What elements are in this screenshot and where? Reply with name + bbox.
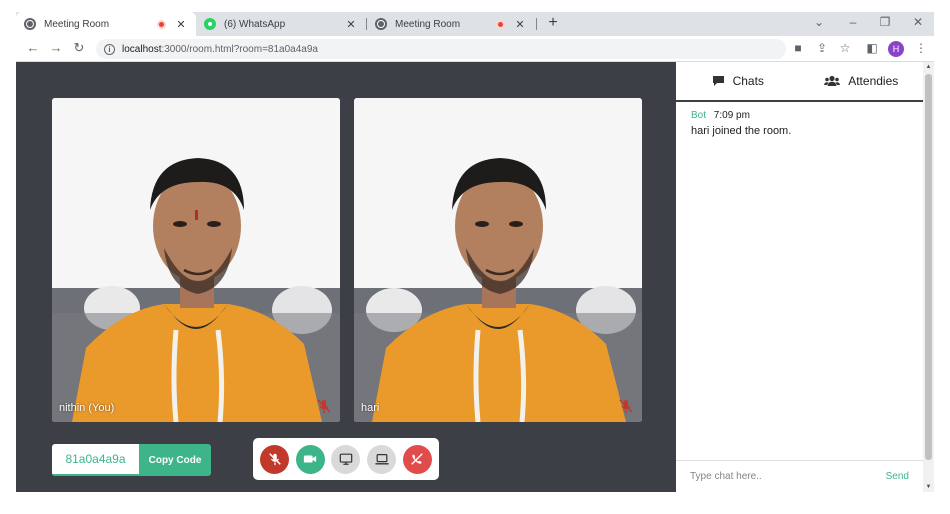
users-icon [824, 75, 841, 87]
url-host: localhost [122, 43, 162, 55]
mic-off-icon [268, 453, 281, 466]
message-time: 7:09 pm [713, 110, 750, 121]
whatsapp-icon [204, 18, 216, 30]
tab-strip: Meeting Room ✕ (6) WhatsApp ✕ Meeting Ro… [16, 12, 934, 36]
participant-name: hari [361, 402, 380, 414]
browser-window: Meeting Room ✕ (6) WhatsApp ✕ Meeting Ro… [16, 12, 934, 492]
tab-attendies[interactable]: Attendies [800, 62, 924, 100]
message-header: Bot 7:09 pm [691, 110, 908, 121]
tab-separator [536, 18, 537, 30]
scroll-thumb[interactable] [925, 74, 932, 460]
camera-in-use-icon[interactable]: ■ [790, 41, 806, 55]
close-icon[interactable]: ✕ [344, 18, 358, 31]
whiteboard-button[interactable] [367, 444, 397, 474]
page-scrollbar[interactable]: ▲ ▼ [923, 62, 934, 492]
mute-mic-button[interactable] [260, 444, 290, 474]
tab-title: (6) WhatsApp [224, 18, 286, 30]
toggle-video-button[interactable] [295, 444, 325, 474]
globe-icon [24, 18, 36, 30]
message-text: hari joined the room. [691, 125, 792, 137]
chat-messages: Bot 7:09 pm hari joined the room. [676, 102, 923, 460]
mic-muted-icon [619, 399, 633, 413]
back-button[interactable]: ← [24, 40, 42, 55]
panel-tabs: Chats Attendies [676, 62, 923, 102]
chat-composer: Send [676, 460, 923, 492]
video-stage: nithin (You) hari 81a0a4a9a Copy Code [16, 62, 676, 492]
address-bar[interactable]: i localhost:3000/room.html?room=81a0a4a9… [96, 39, 786, 59]
close-icon[interactable]: ✕ [174, 18, 188, 31]
info-icon[interactable]: i [104, 43, 115, 55]
share-icon[interactable]: ⇪ [814, 41, 830, 55]
laptop-icon [375, 454, 389, 465]
room-code-box: 81a0a4a9a Copy Code [52, 444, 211, 476]
send-button[interactable]: Send [886, 471, 909, 482]
tab-label: Chats [732, 74, 764, 88]
share-screen-button[interactable] [331, 444, 361, 474]
video-tile-remote: hari [354, 98, 642, 422]
browser-toolbar: ← → ↻ i localhost:3000/room.html?room=81… [16, 36, 934, 62]
restore-button[interactable]: ❐ [876, 15, 894, 29]
minimize-button[interactable]: – [844, 15, 862, 29]
monitor-icon [339, 453, 353, 465]
menu-icon[interactable]: ⋮ [913, 41, 929, 55]
url-path: :3000/room.html?room=81a0a4a9a [161, 43, 318, 55]
recording-icon [496, 19, 505, 29]
leave-call-button[interactable] [402, 444, 432, 474]
video-camera-icon [304, 455, 317, 463]
star-icon[interactable]: ☆ [837, 41, 853, 55]
tab-title: Meeting Room [395, 18, 461, 30]
recording-icon [157, 19, 166, 29]
reload-button[interactable]: ↻ [70, 40, 88, 56]
tab-title: Meeting Room [44, 18, 110, 30]
meeting-page: nithin (You) hari 81a0a4a9a Copy Code Ch… [16, 62, 934, 492]
video-feed [52, 98, 340, 422]
browser-tab-meeting-room-2[interactable]: Meeting Room ✕ [367, 12, 535, 36]
chat-icon [712, 75, 725, 87]
side-panel: Chats Attendies Bot 7:09 pm hari joined … [676, 62, 923, 492]
chat-input[interactable] [690, 471, 886, 482]
scroll-down-icon[interactable]: ▼ [923, 482, 934, 492]
video-feed [354, 98, 642, 422]
tab-search-icon[interactable]: ⌄ [810, 15, 828, 29]
browser-tab-whatsapp[interactable]: (6) WhatsApp ✕ [196, 12, 366, 36]
mic-muted-icon [317, 399, 331, 413]
side-panel-icon[interactable]: ◧ [864, 41, 880, 55]
forward-button[interactable]: → [47, 40, 65, 55]
phone-hangup-icon [411, 453, 423, 465]
copy-code-button[interactable]: Copy Code [139, 444, 211, 476]
tab-label: Attendies [848, 74, 899, 88]
chat-message: Bot 7:09 pm hari joined the room. [691, 110, 908, 137]
profile-avatar[interactable]: H [888, 41, 904, 57]
tab-chats[interactable]: Chats [676, 62, 800, 100]
browser-tab-meeting-room[interactable]: Meeting Room ✕ [16, 12, 196, 36]
globe-icon [375, 18, 387, 30]
video-tile-local: nithin (You) [52, 98, 340, 422]
call-controls [253, 438, 439, 480]
room-code: 81a0a4a9a [52, 444, 139, 476]
message-author: Bot [691, 110, 707, 121]
participant-name: nithin (You) [59, 402, 115, 414]
new-tab-button[interactable]: + [543, 14, 563, 32]
scroll-up-icon[interactable]: ▲ [923, 62, 934, 72]
close-icon[interactable]: ✕ [513, 18, 527, 31]
window-close-button[interactable]: ✕ [909, 15, 927, 29]
